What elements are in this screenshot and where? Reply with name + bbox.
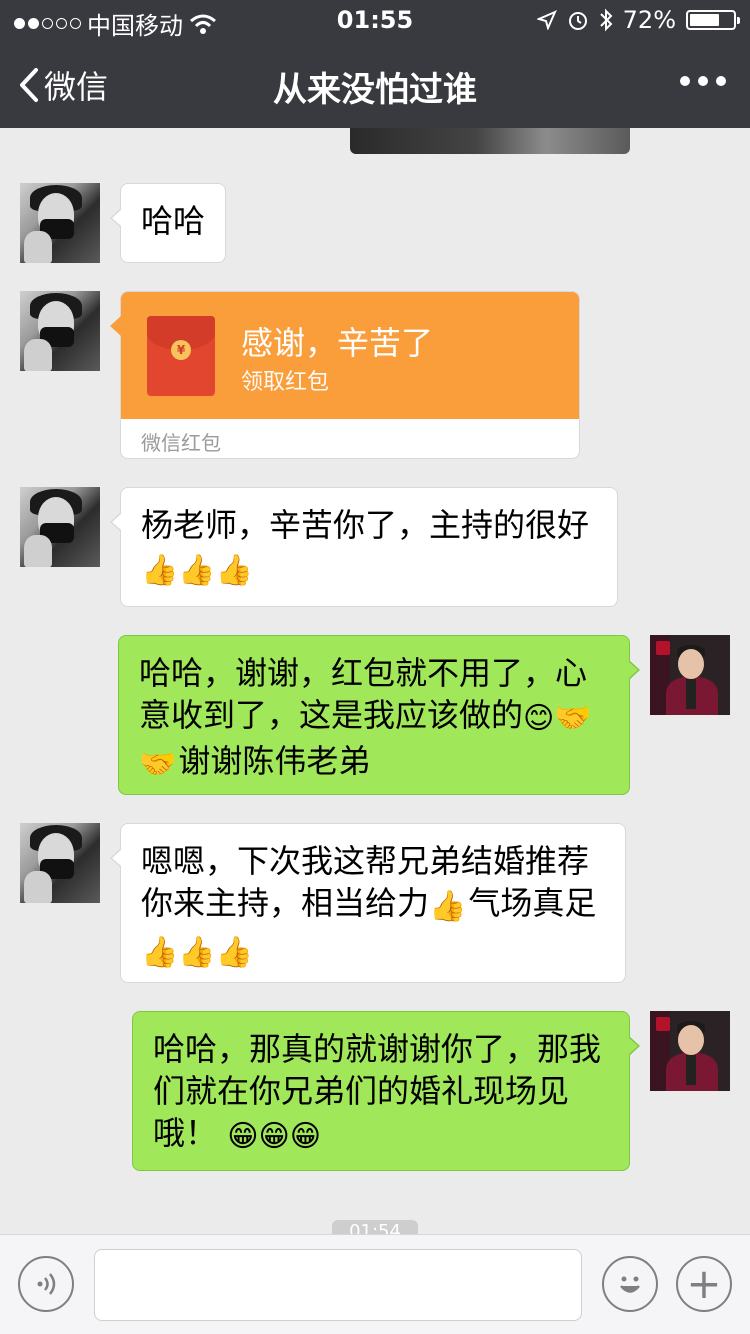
message-text-line: 哦！ 😁😁😁 bbox=[153, 1112, 609, 1158]
thumbs-up-emoji-row: 👍👍👍 bbox=[141, 553, 254, 588]
contact-avatar[interactable] bbox=[20, 291, 100, 371]
message-text-line: 哈哈，谢谢，红包就不用了，心 bbox=[139, 654, 588, 692]
contact-avatar[interactable] bbox=[20, 487, 100, 567]
back-label: 微信 bbox=[44, 68, 109, 106]
contact-avatar[interactable] bbox=[20, 823, 100, 903]
contact-avatar[interactable] bbox=[20, 183, 100, 263]
bluetooth-icon bbox=[599, 8, 613, 32]
message-text: 哈哈 bbox=[141, 202, 206, 240]
more-dots-icon[interactable] bbox=[680, 76, 726, 86]
message-text-line: 意收到了，这是我应该做的😊🤝 bbox=[139, 694, 609, 740]
red-packet-subtitle: 领取红包 bbox=[241, 370, 330, 395]
status-right: 72% bbox=[536, 6, 740, 34]
message-text-line: 们就在你兄弟们的婚礼现场见 bbox=[153, 1072, 570, 1110]
timestamp-badge: 01:54 bbox=[332, 1220, 418, 1234]
message-text: 意收到了，这是我应该做的 bbox=[139, 696, 524, 734]
plus-icon: + bbox=[686, 1259, 722, 1308]
message-input[interactable] bbox=[94, 1249, 582, 1321]
message-text: 你来主持，相当给力 bbox=[141, 884, 430, 922]
my-avatar[interactable] bbox=[650, 635, 730, 715]
my-avatar[interactable] bbox=[650, 1011, 730, 1091]
battery-icon bbox=[686, 10, 740, 30]
battery-percent: 72% bbox=[622, 6, 676, 34]
emoji-button[interactable] bbox=[602, 1256, 658, 1312]
red-packet-message[interactable]: ¥ 感谢，辛苦了 领取红包 微信红包 bbox=[110, 291, 580, 459]
message-text-line: 哈哈，那真的就谢谢你了，那我 bbox=[153, 1030, 602, 1068]
chevron-left-icon bbox=[20, 68, 38, 102]
message-text: 气场真足 bbox=[468, 884, 597, 922]
message-bubble[interactable]: 哈哈，谢谢，红包就不用了，心 意收到了，这是我应该做的😊🤝 🤝谢谢陈伟老弟 bbox=[118, 635, 640, 795]
alarm-icon bbox=[568, 12, 587, 30]
message-bubble[interactable]: 哈哈 bbox=[110, 183, 226, 263]
red-packet-header: ¥ 感谢，辛苦了 领取红包 bbox=[110, 292, 579, 419]
chat-area[interactable]: 哈哈 ¥ 感谢，辛苦了 领取红包 微信红包 杨老师，辛苦你了，主持的很好 👍👍👍… bbox=[0, 128, 750, 1234]
voice-icon bbox=[37, 1273, 56, 1295]
smile-handshake-emoji: 😊🤝 bbox=[523, 701, 592, 736]
red-packet-title: 感谢，辛苦了 bbox=[241, 324, 434, 362]
location-arrow-icon bbox=[536, 10, 557, 30]
more-actions-button[interactable]: + bbox=[676, 1256, 732, 1312]
voice-input-button[interactable] bbox=[18, 1256, 74, 1312]
thumbs-up-emoji: 👍 bbox=[429, 889, 467, 924]
message-text: 哦！ bbox=[153, 1114, 218, 1152]
battery-fill bbox=[690, 14, 720, 26]
input-bar: + bbox=[0, 1234, 750, 1334]
message-bubble[interactable]: 杨老师，辛苦你了，主持的很好 👍👍👍 bbox=[110, 487, 618, 607]
red-packet-footer: 微信红包 bbox=[141, 431, 221, 455]
back-button[interactable]: 微信 bbox=[18, 62, 108, 108]
message-text-line: 你来主持，相当给力👍气场真足 bbox=[141, 882, 605, 928]
message-bubble[interactable]: 嗯嗯，下次我这帮兄弟结婚推荐 你来主持，相当给力👍气场真足 👍👍👍 bbox=[110, 823, 626, 983]
smiley-icon bbox=[620, 1276, 640, 1293]
message-text: 谢谢陈伟老弟 bbox=[178, 742, 371, 780]
thumbs-up-emoji-row: 👍👍👍 bbox=[141, 935, 254, 970]
message-text: 杨老师，辛苦你了，主持的很好 bbox=[141, 506, 590, 544]
red-envelope-icon: ¥ bbox=[147, 316, 215, 396]
status-bar: 中国移动 01:55 72% bbox=[0, 0, 750, 40]
message-text-line: 嗯嗯，下次我这帮兄弟结婚推荐 bbox=[141, 842, 590, 880]
image-message-peek[interactable] bbox=[350, 128, 630, 154]
message-bubble[interactable]: 哈哈，那真的就谢谢你了，那我 们就在你兄弟们的婚礼现场见 哦！ 😁😁😁 bbox=[132, 1011, 640, 1171]
nav-bar: 微信 从来没怕过谁 bbox=[0, 40, 750, 128]
message-text-line: 🤝谢谢陈伟老弟 bbox=[139, 740, 609, 786]
grin-emoji-row: 😁😁😁 bbox=[227, 1119, 322, 1154]
handshake-emoji: 🤝 bbox=[139, 747, 177, 782]
chat-title: 从来没怕过谁 bbox=[273, 70, 477, 110]
